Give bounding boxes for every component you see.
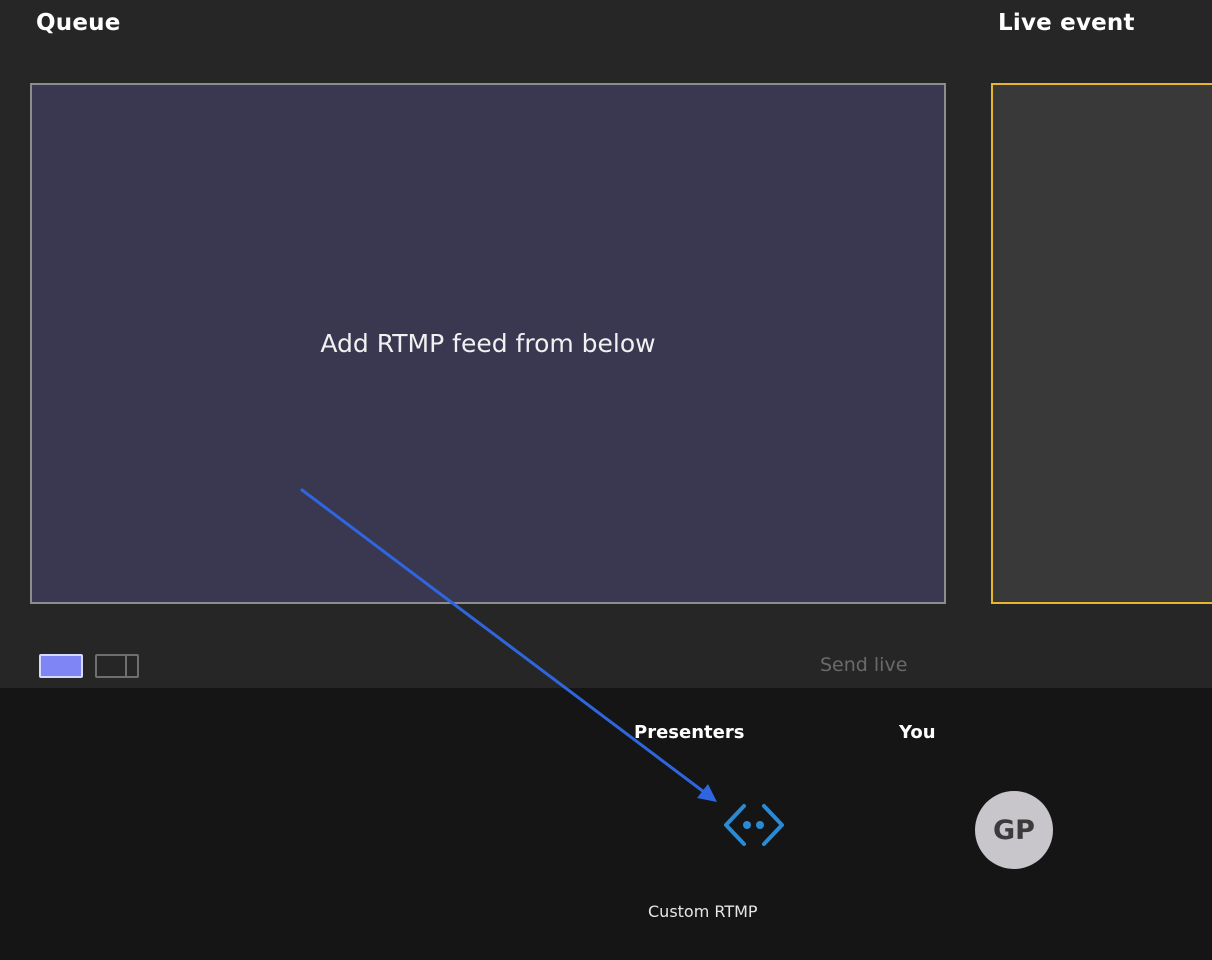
presenters-title: Presenters xyxy=(634,722,745,743)
live-event-panel[interactable] xyxy=(991,83,1212,604)
split-layout-button[interactable] xyxy=(95,654,139,678)
sources-area: Presenters You Custom RTMP GP xyxy=(0,688,1212,960)
custom-rtmp-label: Custom RTMP xyxy=(648,902,758,921)
split-layout-divider xyxy=(125,656,127,676)
single-layout-button[interactable] xyxy=(39,654,83,678)
send-live-button[interactable]: Send live xyxy=(820,654,907,676)
queue-panel[interactable]: Add RTMP feed from below xyxy=(30,83,946,604)
live-event-producer: Queue Live event Add RTMP feed from belo… xyxy=(0,0,1212,960)
custom-rtmp-icon xyxy=(724,804,784,846)
live-event-title: Live event xyxy=(998,10,1135,36)
avatar[interactable]: GP xyxy=(975,791,1053,869)
queue-title: Queue xyxy=(36,10,121,36)
stage-area: Queue Live event Add RTMP feed from belo… xyxy=(0,0,1212,688)
you-title: You xyxy=(899,722,936,743)
custom-rtmp-source[interactable]: Custom RTMP xyxy=(640,784,784,934)
queue-empty-message: Add RTMP feed from below xyxy=(320,329,656,358)
